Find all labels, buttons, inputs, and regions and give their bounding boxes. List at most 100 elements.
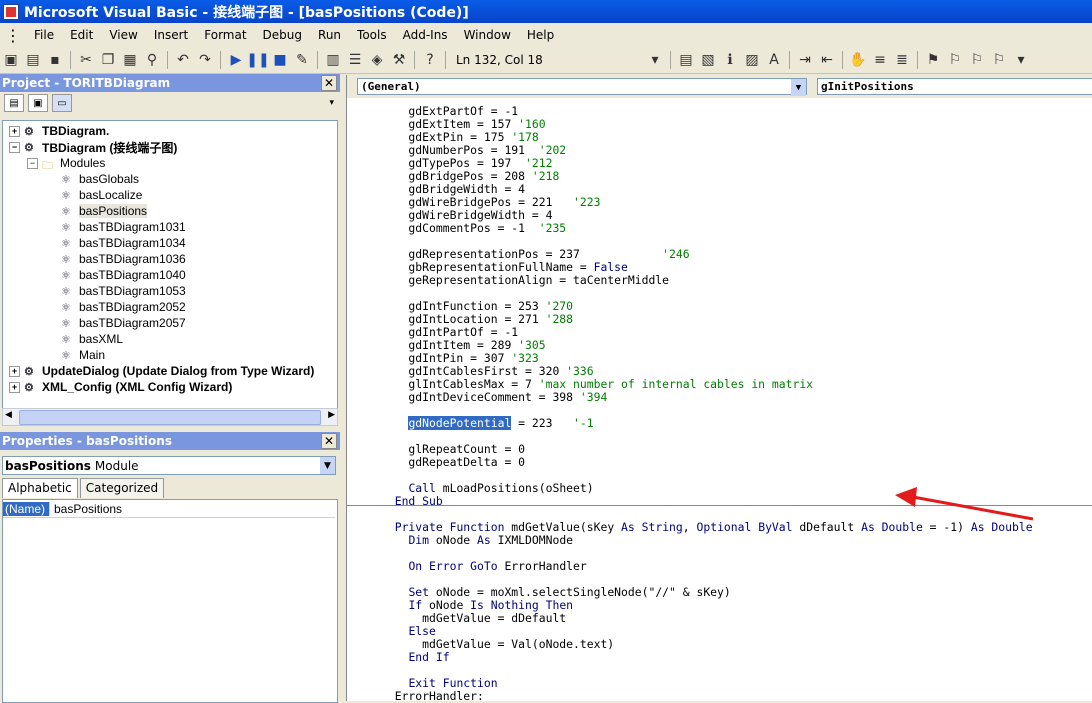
view-object-icon[interactable]: ▣: [28, 94, 48, 112]
outdent-icon[interactable]: ⇤: [818, 51, 836, 69]
help-icon[interactable]: ?: [421, 51, 439, 69]
chevron-down-icon[interactable]: ▼: [320, 457, 335, 474]
complete-word-icon[interactable]: A: [765, 51, 783, 69]
insert-module-icon[interactable]: ▤: [24, 51, 42, 69]
code-editor[interactable]: gdExtPartOf = -1 gdExtItem = 157 '160 gd…: [347, 99, 1092, 702]
break-icon[interactable]: ❚❚: [246, 51, 269, 69]
find-icon[interactable]: ⚲: [143, 51, 161, 69]
property-row[interactable]: (Name) basPositions: [3, 501, 335, 518]
clear-bookmarks-icon[interactable]: ⚐: [990, 51, 1008, 69]
expand-icon[interactable]: +: [9, 381, 20, 393]
project-tree-scrollbar[interactable]: ◀ ▶: [2, 408, 338, 426]
tree-node[interactable]: + ⚙ XML_Config (XML Config Wizard): [9, 379, 232, 395]
code-line[interactable]: End Sub: [381, 495, 443, 508]
menu-file[interactable]: File: [26, 28, 62, 42]
scroll-right-icon[interactable]: ▶: [328, 410, 335, 420]
tree-node[interactable]: ⚛ basTBDiagram1031: [61, 219, 186, 235]
undo-icon[interactable]: ↶: [174, 51, 192, 69]
save-icon[interactable]: ▪: [46, 51, 64, 69]
code-line[interactable]: gdNodePotential = 223 '-1: [381, 416, 594, 430]
list-constants-icon[interactable]: ▧: [699, 51, 717, 69]
tree-node[interactable]: − ⚙ TBDiagram (接线端子图): [9, 139, 177, 155]
tree-node[interactable]: ⚛ basLocalize: [61, 187, 142, 203]
scroll-left-icon[interactable]: ◀: [5, 410, 12, 420]
properties-object-combo[interactable]: basPositions Module ▼: [2, 456, 336, 475]
view-host-icon[interactable]: ▣: [2, 51, 20, 69]
menu-format[interactable]: Format: [196, 28, 254, 42]
tree-node[interactable]: ⚛ basTBDiagram1036: [61, 251, 186, 267]
run-icon[interactable]: ▶: [227, 51, 245, 69]
code-line[interactable]: gdIntDeviceComment = 398 '394: [381, 391, 607, 404]
expand-icon[interactable]: +: [9, 125, 20, 137]
project-explorer-icon[interactable]: ▥: [324, 51, 342, 69]
collapse-icon[interactable]: −: [27, 157, 38, 169]
tree-node[interactable]: ⚛ basGlobals: [61, 171, 139, 187]
project-toolbar-dropdown-icon[interactable]: ▾: [329, 98, 334, 108]
menu-insert[interactable]: Insert: [146, 28, 196, 42]
design-mode-icon[interactable]: ✎: [293, 51, 311, 69]
toolbox-icon[interactable]: ⚒: [390, 51, 408, 69]
chevron-down-icon[interactable]: ▼: [791, 79, 806, 96]
tree-node[interactable]: ⚛ basTBDiagram2052: [61, 299, 186, 315]
tree-node[interactable]: + ⚙ TBDiagram.: [9, 123, 109, 139]
tree-node[interactable]: − 🗀 Modules: [27, 155, 105, 172]
tree-node[interactable]: ⚛ basTBDiagram2057: [61, 315, 186, 331]
tab-categorized[interactable]: Categorized: [79, 478, 165, 498]
object-combo[interactable]: (General) ▼: [357, 78, 807, 96]
project-tree[interactable]: + ⚙ TBDiagram. − ⚙ TBDiagram (接线端子图) − 🗀 Modules…: [2, 120, 338, 410]
procedure-combo[interactable]: gInitPositions: [817, 78, 1092, 95]
menu-add-ins[interactable]: Add-Ins: [395, 28, 456, 42]
menu-grip-icon[interactable]: ⋮: [0, 24, 26, 46]
code-line[interactable]: Dim oNode As IXMLDOMNode: [381, 534, 573, 547]
menu-window[interactable]: Window: [456, 28, 519, 42]
menu-help[interactable]: Help: [519, 28, 562, 42]
code-token: gdBridgeWidth = 4: [381, 182, 526, 196]
toggle-folders-icon[interactable]: ▭: [52, 94, 72, 112]
menu-view[interactable]: View: [101, 28, 145, 42]
next-bookmark-icon[interactable]: ⚐: [946, 51, 964, 69]
code-line[interactable]: gdRepeatDelta = 0: [381, 456, 525, 469]
tree-node[interactable]: ⚛ basPositions: [61, 203, 148, 219]
tab-alphabetic[interactable]: Alphabetic: [2, 478, 78, 498]
indent-icon[interactable]: ⇥: [796, 51, 814, 69]
quick-info-icon[interactable]: ℹ: [721, 51, 739, 69]
parameter-info-icon[interactable]: ▨: [743, 51, 761, 69]
object-browser-icon[interactable]: ◈: [368, 51, 386, 69]
close-icon[interactable]: ✕: [321, 75, 337, 91]
tree-node[interactable]: ⚛ basTBDiagram1040: [61, 267, 186, 283]
tree-node[interactable]: ⚛ Main: [61, 347, 105, 363]
scrollbar-thumb[interactable]: [19, 410, 321, 425]
comment-block-icon[interactable]: ≡: [871, 51, 889, 69]
code-line[interactable]: gdCommentPos = -1 '235: [381, 222, 566, 235]
code-line[interactable]: geRepresentationAlign = taCenterMiddle: [381, 274, 669, 287]
view-code-icon[interactable]: ▤: [4, 94, 24, 112]
cut-icon[interactable]: ✂: [77, 51, 95, 69]
tree-node[interactable]: ⚛ basXML: [61, 331, 123, 347]
prev-bookmark-icon[interactable]: ⚐: [968, 51, 986, 69]
property-value[interactable]: basPositions: [49, 502, 122, 516]
collapse-icon[interactable]: −: [9, 141, 20, 153]
expand-icon[interactable]: +: [9, 365, 20, 377]
reset-icon[interactable]: ■: [271, 51, 289, 69]
menu-tools[interactable]: Tools: [349, 28, 395, 42]
code-line[interactable]: End If: [381, 651, 449, 664]
tree-node[interactable]: ⚛ basTBDiagram1053: [61, 283, 186, 299]
copy-icon[interactable]: ❐: [99, 51, 117, 69]
paste-icon[interactable]: ▦: [121, 51, 139, 69]
toolbar-options-icon[interactable]: ▾: [1012, 51, 1030, 69]
code-line[interactable]: ErrorHandler:: [381, 690, 484, 702]
toggle-bookmark-icon[interactable]: ⚑: [924, 51, 942, 69]
menu-edit[interactable]: Edit: [62, 28, 101, 42]
close-icon[interactable]: ✕: [321, 433, 337, 449]
properties-icon[interactable]: ☰: [346, 51, 364, 69]
toggle-breakpoint-icon[interactable]: ✋: [849, 51, 867, 69]
menu-debug[interactable]: Debug: [255, 28, 310, 42]
menu-run[interactable]: Run: [310, 28, 349, 42]
redo-icon[interactable]: ↷: [196, 51, 214, 69]
code-line[interactable]: On Error GoTo ErrorHandler: [381, 560, 586, 573]
tree-node[interactable]: ⚛ basTBDiagram1034: [61, 235, 186, 251]
uncomment-block-icon[interactable]: ≣: [893, 51, 911, 69]
tree-node[interactable]: + ⚙ UpdateDialog (Update Dialog from Type …: [9, 363, 314, 379]
toolbar-dropdown-icon[interactable]: ▾: [646, 51, 664, 69]
list-properties-icon[interactable]: ▤: [677, 51, 695, 69]
